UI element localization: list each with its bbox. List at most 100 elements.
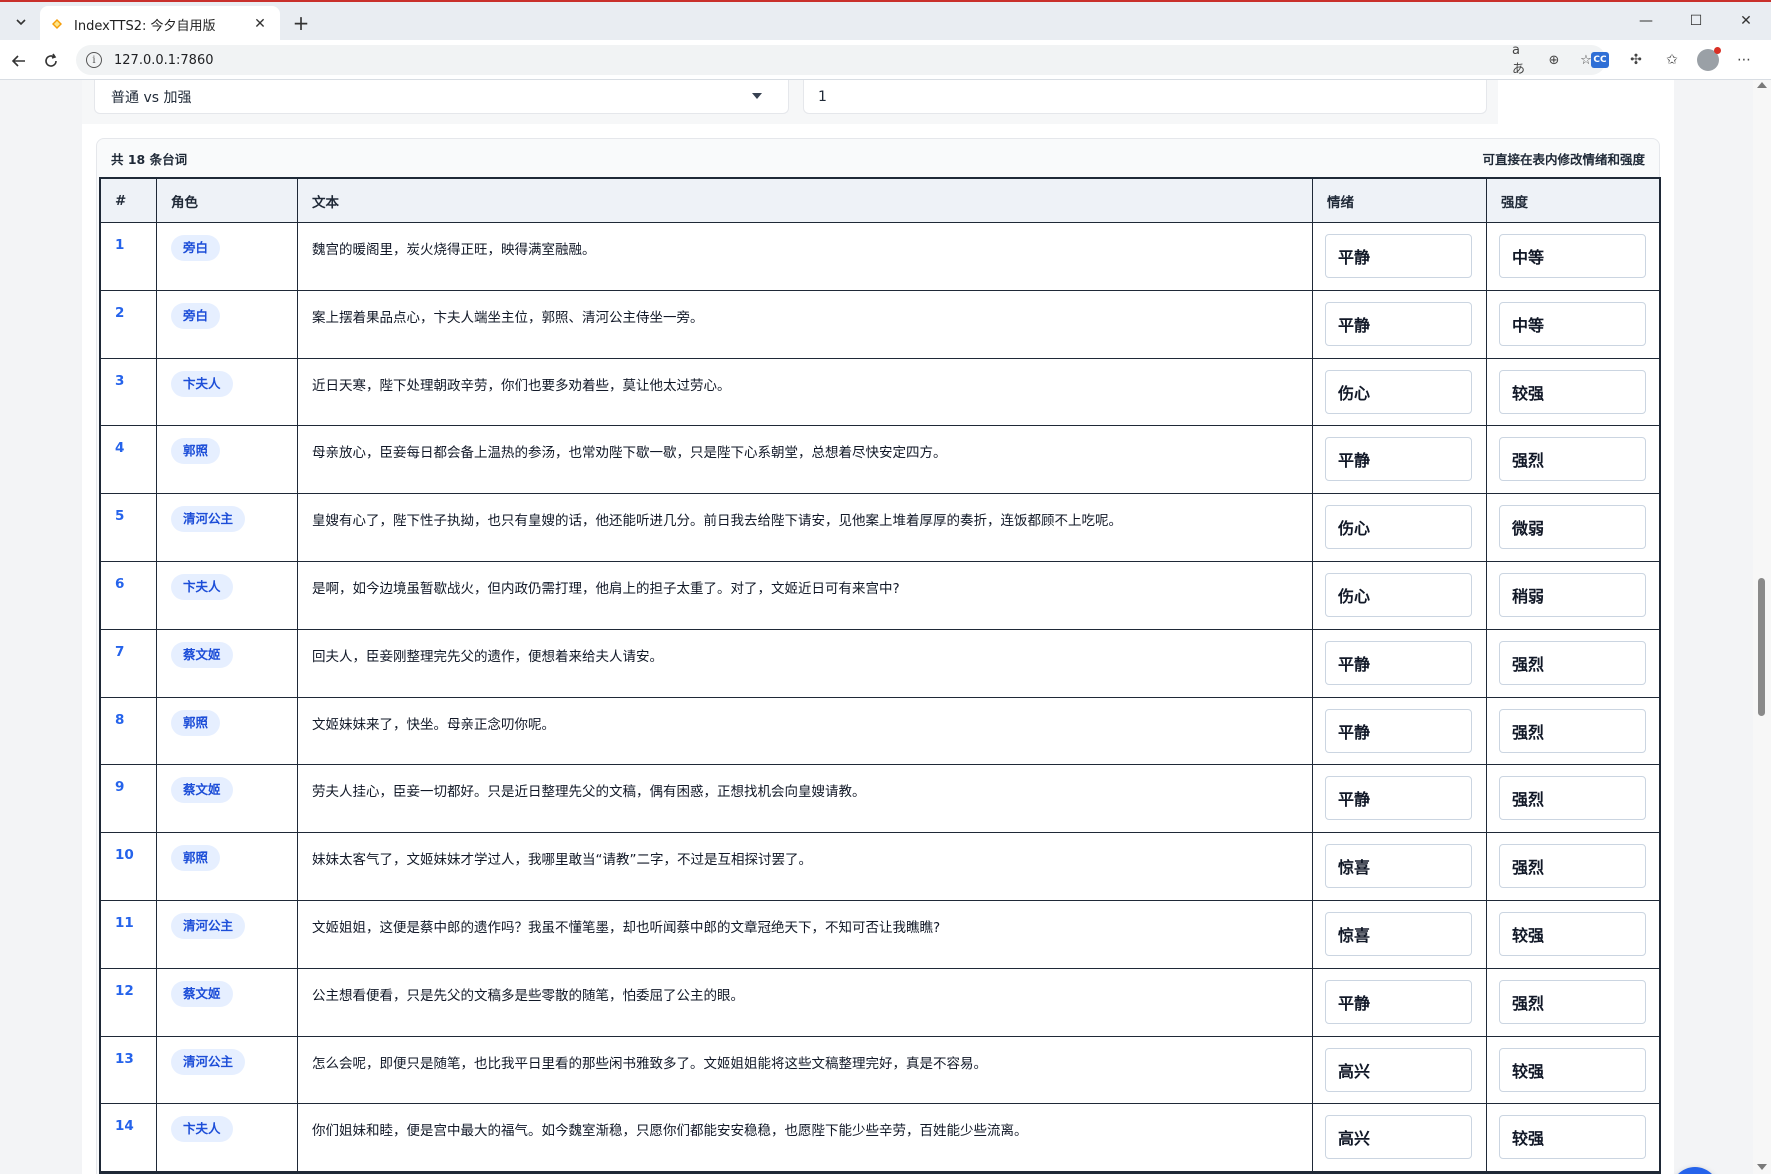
emotion-select[interactable]: 高兴 bbox=[1325, 1115, 1472, 1160]
close-window-icon[interactable]: ✕ bbox=[1721, 2, 1771, 40]
row-number: 8 bbox=[101, 697, 157, 765]
text-cell[interactable]: 近日天寒，陛下处理朝政辛劳，你们也要多劝着些，莫让他太过劳心。 bbox=[298, 358, 1313, 426]
translate-icon[interactable]: aあ bbox=[1512, 43, 1532, 77]
dialogue-text: 母亲放心，臣妾每日都会备上温热的参汤，也常劝陛下歇一歇，只是陛下心系朝堂，总想着… bbox=[312, 445, 947, 462]
intensity-select[interactable]: 微弱 bbox=[1499, 505, 1646, 550]
text-cell[interactable]: 是啊，如今边境虽暂歇战火，但内政仍需打理，他肩上的担子太重了。对了，文姬近日可有… bbox=[298, 561, 1313, 629]
text-cell[interactable]: 母亲放心，臣妾每日都会备上温热的参汤，也常劝陛下歇一歇，只是陛下心系朝堂，总想着… bbox=[298, 426, 1313, 494]
emotion-select[interactable]: 高兴 bbox=[1325, 1047, 1472, 1092]
emotion-select[interactable]: 平静 bbox=[1325, 776, 1472, 821]
extension-cc-icon[interactable]: CC bbox=[1587, 47, 1613, 73]
emotion-select[interactable]: 平静 bbox=[1325, 301, 1472, 346]
intensity-select[interactable]: 较强 bbox=[1499, 911, 1646, 956]
close-tab-icon[interactable]: ✕ bbox=[250, 14, 270, 34]
caret-down-icon bbox=[752, 93, 762, 99]
intensity-select[interactable]: 强烈 bbox=[1499, 844, 1646, 889]
intensity-select[interactable]: 较强 bbox=[1499, 1115, 1646, 1160]
emotion-select[interactable]: 平静 bbox=[1325, 234, 1472, 278]
intensity-select[interactable]: 强烈 bbox=[1499, 437, 1646, 482]
reload-icon[interactable] bbox=[38, 48, 64, 74]
intensity-select[interactable]: 强烈 bbox=[1499, 979, 1646, 1024]
intensity-select[interactable]: 中等 bbox=[1499, 234, 1646, 278]
dialogue-text: 皇嫂有心了，陛下性子执拗，也只有皇嫂的话，他还能听进几分。前日我去给陛下请安，见… bbox=[312, 513, 1122, 530]
emotion-cell: 惊喜 bbox=[1313, 900, 1487, 968]
row-number: 2 bbox=[101, 290, 157, 358]
text-cell[interactable]: 你们姐妹和睦，便是宫中最大的福气。如今魏室渐稳，只愿你们都能安安稳稳，也愿陛下能… bbox=[298, 1104, 1313, 1172]
table-row: 12 蔡文姬 公主想看便看，只是先父的文稿多是些零散的随笔，怕委屈了公主的眼。 平静强… bbox=[101, 968, 1659, 1037]
intensity-select[interactable]: 强烈 bbox=[1499, 708, 1646, 753]
emotion-select[interactable]: 平静 bbox=[1325, 708, 1472, 753]
emotion-select[interactable]: 惊喜 bbox=[1325, 844, 1472, 889]
page-scrollbar[interactable] bbox=[1753, 80, 1771, 1174]
dialogue-text: 近日天寒，陛下处理朝政辛劳，你们也要多劝着些，莫让他太过劳心。 bbox=[312, 377, 731, 394]
window-controls: — ☐ ✕ bbox=[1621, 2, 1771, 40]
emotion-select[interactable]: 伤心 bbox=[1325, 572, 1472, 617]
text-cell[interactable]: 文姬姐姐，这便是蔡中郎的遗作吗？我虽不懂笔墨，却也听闻蔡中郎的文章冠绝天下，不知… bbox=[298, 900, 1313, 968]
mode-dropdown[interactable]: 普通 vs 加强 bbox=[94, 80, 789, 114]
line-count: 共 18 条台词 bbox=[111, 151, 188, 167]
table-row: 2 旁白 案上摆着果品点心，卞夫人端坐主位，郭照、清河公主侍坐一旁。 平静 中等 bbox=[101, 290, 1659, 359]
maximize-icon[interactable]: ☐ bbox=[1671, 2, 1721, 40]
scroll-up-icon[interactable] bbox=[1757, 82, 1767, 88]
intensity-cell: 较强 bbox=[1487, 1104, 1659, 1171]
profile-icon[interactable] bbox=[1695, 47, 1721, 73]
emotion-select[interactable]: 平静 bbox=[1325, 979, 1472, 1024]
emotion-select[interactable]: 惊喜 bbox=[1325, 911, 1472, 956]
emotion-select[interactable]: 伤心 bbox=[1325, 505, 1472, 550]
tab-list-button[interactable] bbox=[6, 8, 36, 36]
zoom-icon[interactable]: ⊕ bbox=[1544, 50, 1564, 70]
scroll-down-icon[interactable] bbox=[1757, 1164, 1767, 1170]
emotion-select[interactable]: 平静 bbox=[1325, 640, 1472, 685]
text-cell[interactable]: 皇嫂有心了，陛下性子执拗，也只有皇嫂的话，他还能听进几分。前日我去给陛下请安，见… bbox=[298, 494, 1313, 561]
scroll-thumb[interactable] bbox=[1758, 578, 1765, 716]
row-number-text: 13 bbox=[115, 1050, 134, 1067]
emotion-select[interactable]: 伤心 bbox=[1325, 369, 1472, 414]
table-header-bar: 共 18 条台词 可直接在表内修改情绪和强度 bbox=[97, 139, 1659, 177]
text-cell[interactable]: 魏宫的暖阁里，炭火烧得正旺，映得满室融融。 bbox=[298, 223, 1313, 290]
number-input[interactable]: 1 bbox=[803, 80, 1487, 114]
row-number: 7 bbox=[101, 629, 157, 697]
intensity-select[interactable]: 强烈 bbox=[1499, 640, 1646, 685]
favorites-list-icon[interactable]: ✩ bbox=[1659, 47, 1685, 73]
text-cell[interactable]: 回夫人，臣妾刚整理完先父的遗作，便想着来给夫人请安。 bbox=[298, 629, 1313, 697]
address-bar[interactable]: i 127.0.0.1:7860 aあ ⊕ ☆ bbox=[76, 43, 1606, 77]
dialogue-text: 案上摆着果品点心，卞夫人端坐主位，郭照、清河公主侍坐一旁。 bbox=[312, 309, 704, 326]
row-number-text: 7 bbox=[115, 643, 125, 660]
table-row: 7 蔡文姬 回夫人，臣妾刚整理完先父的遗作，便想着来给夫人请安。 平静 强烈 bbox=[101, 629, 1659, 698]
text-cell[interactable]: 妹妹太客气了，文姬妹妹才学过人，我哪里敢当“请教”二字，不过是互相探讨罢了。 bbox=[298, 833, 1313, 900]
text-cell[interactable]: 案上摆着果品点心，卞夫人端坐主位，郭照、清河公主侍坐一旁。 bbox=[298, 290, 1313, 358]
extensions-puzzle-icon[interactable]: ✣ bbox=[1623, 47, 1649, 73]
role-badge: 蔡文姬 bbox=[171, 980, 233, 1007]
text-cell[interactable]: 劳夫人挂心，臣妾一切都好。只是近日整理先父的文稿，偶有困惑，正想找机会向皇嫂请教… bbox=[298, 765, 1313, 833]
table-row: 10 郭照 妹妹太客气了，文姬妹妹才学过人，我哪里敢当“请教”二字，不过是互相探讨罢… bbox=[101, 833, 1659, 901]
intensity-select[interactable]: 中等 bbox=[1499, 301, 1646, 346]
intensity-select[interactable]: 强烈 bbox=[1499, 776, 1646, 821]
text-cell[interactable]: 文姬妹妹来了，快坐。母亲正念叨你呢。 bbox=[298, 697, 1313, 765]
intensity-select[interactable]: 较强 bbox=[1499, 369, 1646, 414]
emotion-cell: 伤心 bbox=[1313, 494, 1487, 561]
back-icon[interactable] bbox=[6, 48, 32, 74]
chevron-down-icon bbox=[16, 19, 26, 26]
site-info-icon[interactable]: i bbox=[86, 52, 102, 68]
role-cell: 清河公主 bbox=[157, 900, 298, 968]
emotion-select[interactable]: 平静 bbox=[1325, 437, 1472, 482]
row-number-text: 9 bbox=[115, 779, 125, 796]
minimize-icon[interactable]: — bbox=[1621, 2, 1671, 40]
emotion-cell: 平静 bbox=[1313, 968, 1487, 1036]
avatar bbox=[1697, 47, 1721, 71]
new-tab-icon[interactable]: + bbox=[288, 10, 314, 36]
browser-tab[interactable]: IndexTTS2: 今夕自用版 ✕ bbox=[40, 6, 280, 42]
intensity-cell: 中等 bbox=[1487, 291, 1659, 358]
scroll-to-top-button[interactable] bbox=[1671, 1167, 1719, 1174]
intensity-cell: 强烈 bbox=[1487, 969, 1659, 1036]
role-cell: 卞夫人 bbox=[157, 561, 298, 629]
intensity-select[interactable]: 较强 bbox=[1499, 1047, 1646, 1092]
table-row: 8 郭照 文姬妹妹来了，快坐。母亲正念叨你呢。 平静 强烈 bbox=[101, 697, 1659, 766]
table-row: 6 卞夫人 是啊，如今边境虽暂歇战火，但内政仍需打理，他肩上的担子太重了。对了，文姬… bbox=[101, 561, 1659, 630]
more-menu-icon[interactable]: ⋯ bbox=[1731, 47, 1757, 73]
text-cell[interactable]: 怎么会呢，即便只是随笔，也比我平日里看的那些闲书雅致多了。文姬姐姐能将这些文稿整… bbox=[298, 1036, 1313, 1104]
text-cell[interactable]: 公主想看便看，只是先父的文稿多是些零散的随笔，怕委屈了公主的眼。 bbox=[298, 968, 1313, 1036]
intensity-select[interactable]: 稍弱 bbox=[1499, 572, 1646, 617]
script-table-panel: 共 18 条台词 可直接在表内修改情绪和强度 # 角色 文本 情绪 强度 1 旁白… bbox=[96, 138, 1661, 1174]
row-number: 9 bbox=[101, 765, 157, 833]
